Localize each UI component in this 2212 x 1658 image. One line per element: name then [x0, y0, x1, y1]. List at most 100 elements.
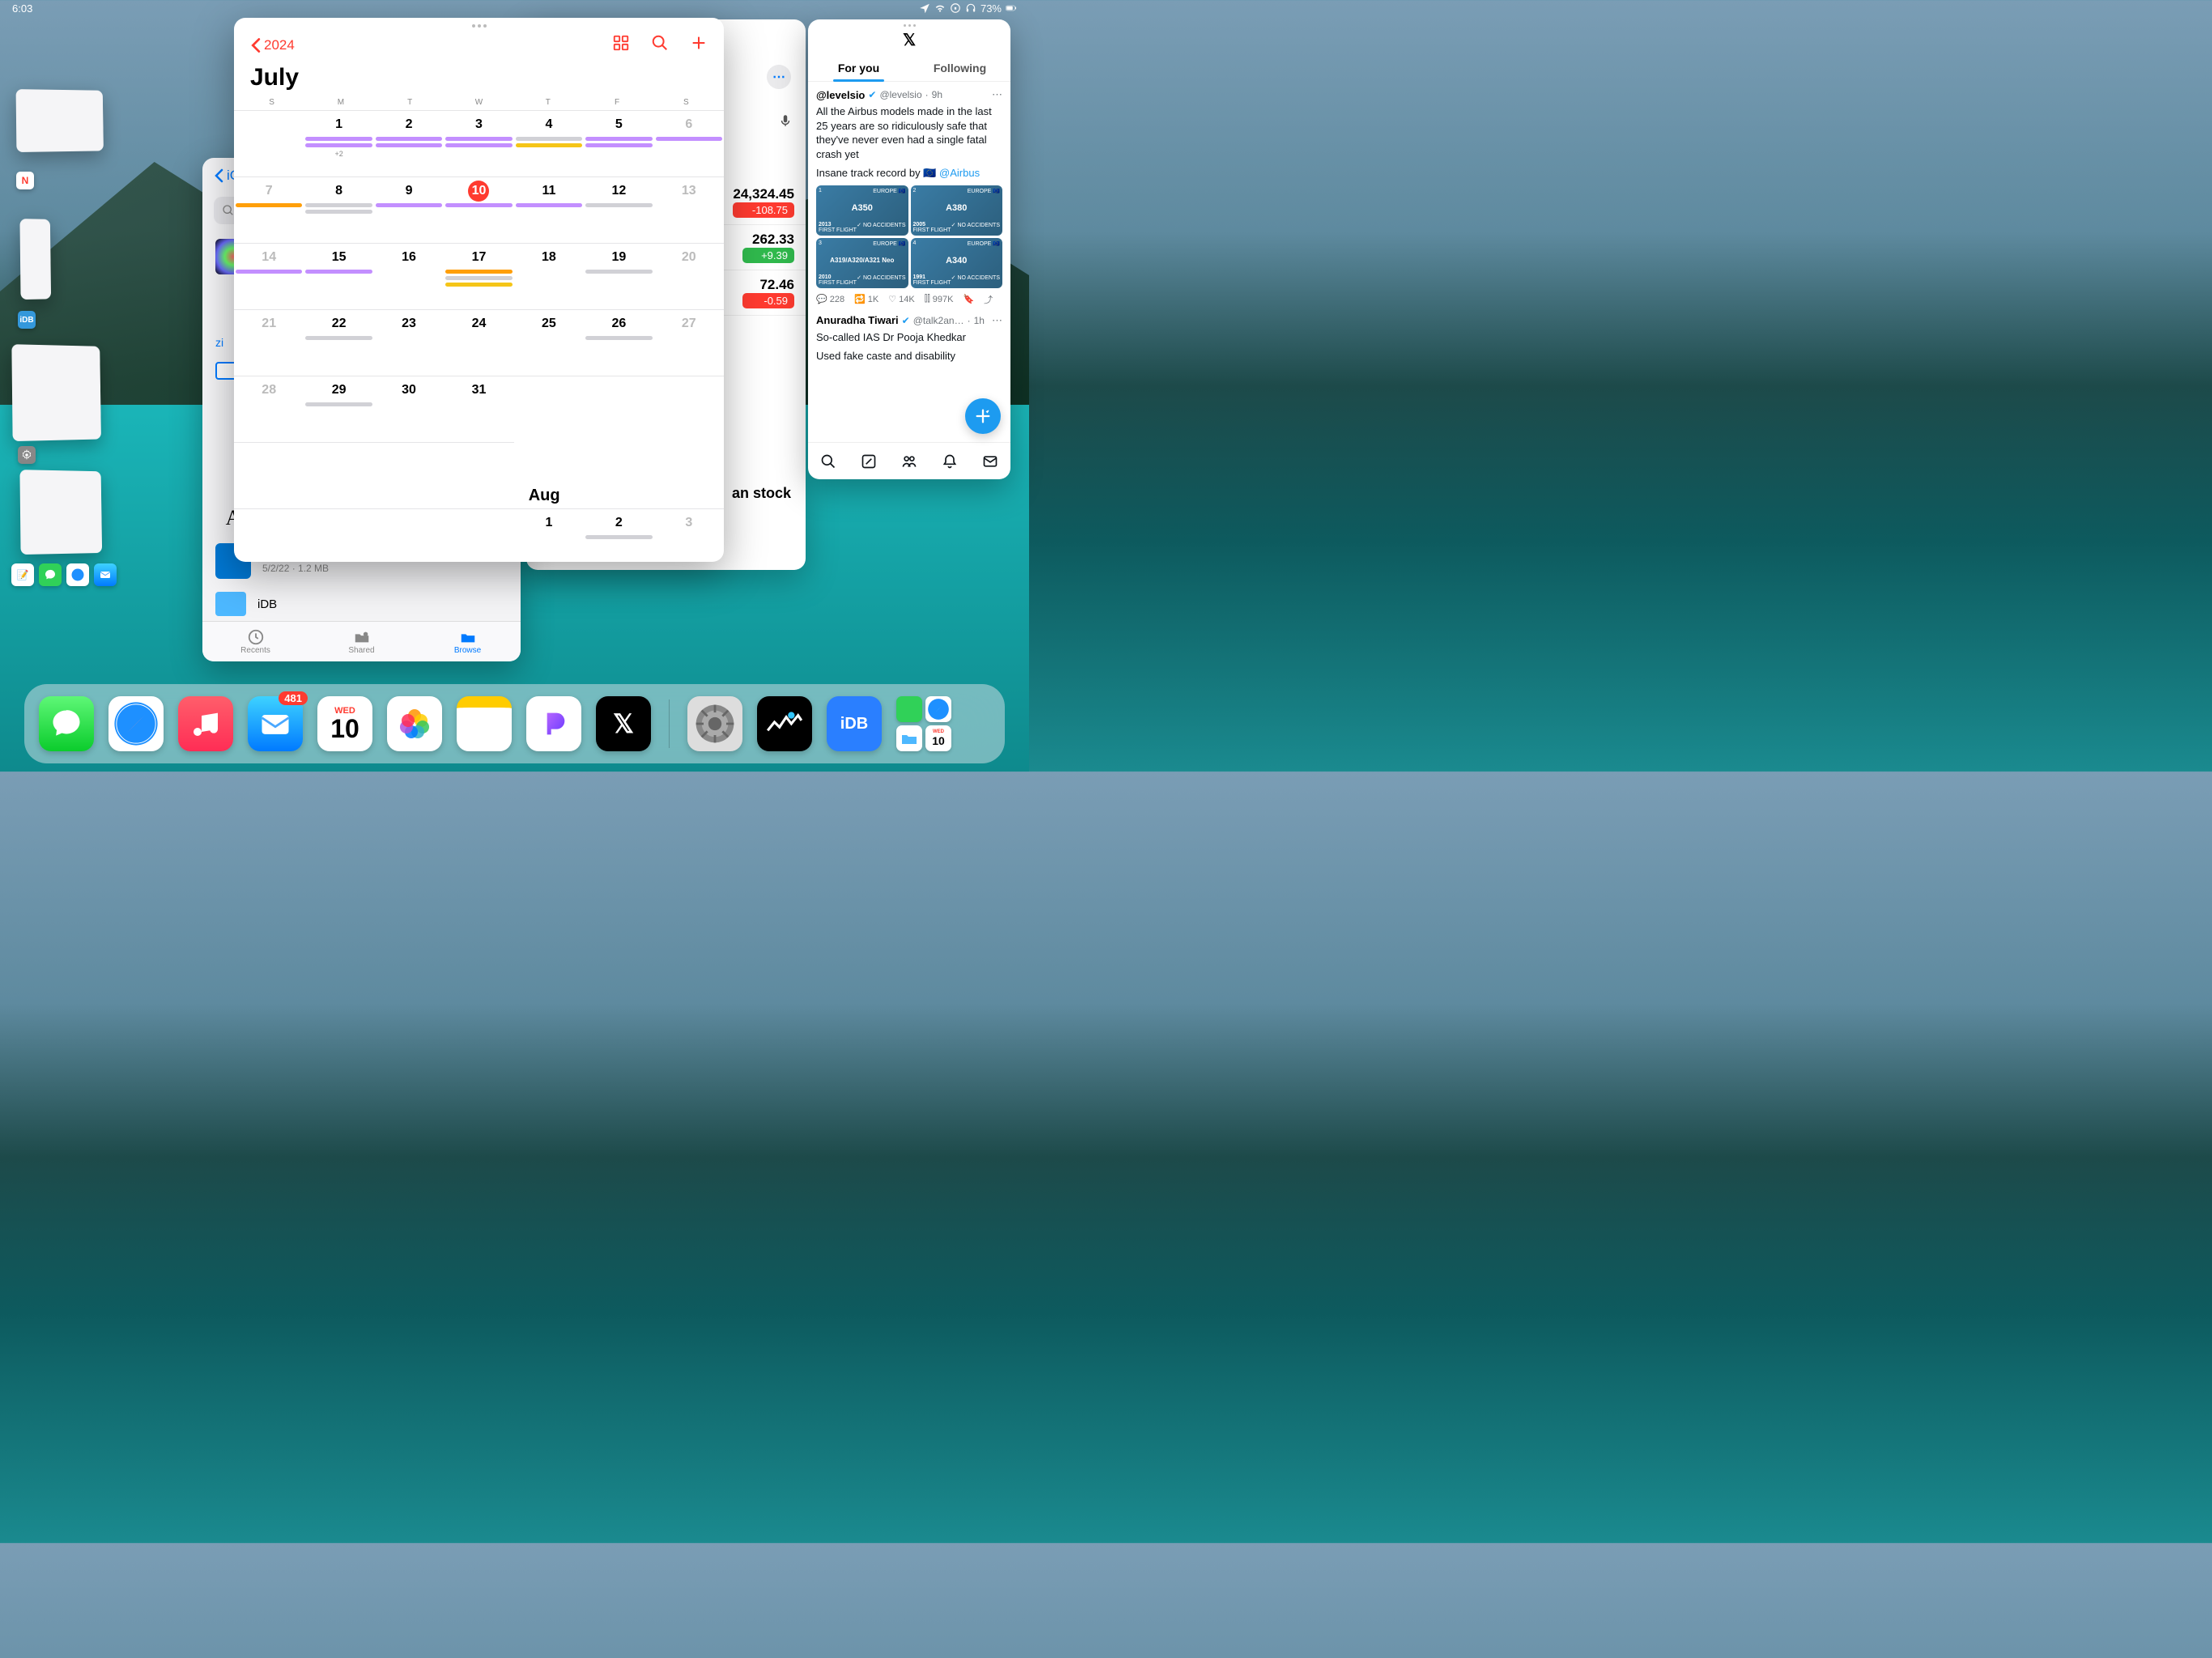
x-logo[interactable]: 𝕏: [808, 28, 1010, 55]
nav-search[interactable]: [808, 443, 849, 479]
post-author[interactable]: Anuradha Tiwari: [816, 314, 899, 326]
post-image-grid[interactable]: 1EUROPE 🇪🇺 A350 2013FIRST FLIGHT✓ NO ACC…: [816, 185, 1002, 288]
search-button[interactable]: [651, 34, 669, 56]
cal-cell[interactable]: 16: [374, 244, 444, 310]
cal-cell[interactable]: 20: [654, 244, 724, 310]
idb-app-icon-small[interactable]: iDB: [18, 311, 36, 329]
cal-cell[interactable]: 1+2: [304, 111, 373, 177]
cal-cell[interactable]: 1: [514, 509, 584, 562]
share-icon[interactable]: ⤴: [984, 293, 993, 306]
calendar-window[interactable]: 2024 July S M T W T F S 1+2 2 3 4 5 6: [234, 18, 724, 562]
window-grabber[interactable]: [808, 19, 1010, 28]
cal-cell[interactable]: 9: [374, 177, 444, 244]
stage-manager-window-4[interactable]: [19, 470, 102, 555]
reply-count[interactable]: 💬 228: [816, 294, 844, 304]
cal-cell[interactable]: 19: [584, 244, 653, 310]
view-switch-button[interactable]: [612, 34, 630, 56]
post-image-2[interactable]: 2EUROPE 🇪🇺 A380 2005FIRST FLIGHT✓ NO ACC…: [911, 185, 1003, 236]
dock-mail[interactable]: 481: [248, 696, 303, 751]
post-more-icon[interactable]: ⋯: [992, 88, 1002, 101]
stage-manager-window-3[interactable]: [11, 344, 101, 441]
cal-cell[interactable]: 26: [584, 310, 653, 376]
x-post-1[interactable]: @levelsio ✔ @levelsio · 9h ⋯ All the Air…: [816, 88, 1002, 306]
cal-cell[interactable]: 3: [654, 509, 724, 562]
dock-recent-stack[interactable]: WED 10: [896, 696, 951, 751]
cal-cell[interactable]: 15: [304, 244, 373, 310]
cal-cell[interactable]: 22: [304, 310, 373, 376]
notes-mini-icon[interactable]: 📝: [11, 563, 34, 586]
dock-safari[interactable]: [108, 696, 164, 751]
cal-cell[interactable]: [514, 376, 584, 443]
post-image-1[interactable]: 1EUROPE 🇪🇺 A350 2013FIRST FLIGHT✓ NO ACC…: [816, 185, 908, 236]
cal-cell[interactable]: 18: [514, 244, 584, 310]
messages-mini-icon[interactable]: [39, 563, 62, 586]
view-count[interactable]: ⫿⫿ 997K: [925, 294, 954, 304]
cal-cell[interactable]: 28: [234, 376, 304, 443]
stocks-more-button[interactable]: ⋯: [767, 65, 791, 89]
dock-messages[interactable]: [39, 696, 94, 751]
retweet-count[interactable]: 🔁 1K: [854, 294, 878, 304]
dock-photos[interactable]: [387, 696, 442, 751]
airbus-link[interactable]: @Airbus: [939, 167, 980, 179]
window-grabber[interactable]: [234, 18, 724, 29]
post-more-icon[interactable]: ⋯: [992, 314, 1002, 327]
add-event-button[interactable]: [690, 34, 708, 56]
cal-cell[interactable]: 23: [374, 310, 444, 376]
like-count[interactable]: ♡ 14K: [888, 294, 914, 304]
tab-browse[interactable]: Browse: [415, 622, 521, 661]
cal-cell[interactable]: 25: [514, 310, 584, 376]
bookmark-icon[interactable]: 🔖: [963, 294, 974, 304]
cal-cell[interactable]: [584, 376, 653, 443]
dock-notes[interactable]: [457, 696, 512, 751]
cal-cell[interactable]: 2: [584, 509, 653, 562]
cal-cell[interactable]: [234, 509, 304, 562]
cal-cell[interactable]: 21: [234, 310, 304, 376]
calendar-back-button[interactable]: 2024: [250, 37, 295, 53]
news-app-icon[interactable]: N: [16, 172, 34, 189]
cal-cell[interactable]: 31: [444, 376, 513, 443]
stage-manager-window-1[interactable]: [16, 89, 104, 152]
dock-x[interactable]: 𝕏: [596, 696, 651, 751]
cal-cell[interactable]: [654, 376, 724, 443]
mail-mini-icon[interactable]: [94, 563, 117, 586]
post-image-4[interactable]: 4EUROPE 🇪🇺 A340 1991FIRST FLIGHT✓ NO ACC…: [911, 238, 1003, 288]
cal-cell[interactable]: 24: [444, 310, 513, 376]
post-image-3[interactable]: 3EUROPE 🇪🇺 A319/A320/A321 Neo 2010FIRST …: [816, 238, 908, 288]
tab-recents[interactable]: Recents: [202, 622, 308, 661]
cal-cell[interactable]: 2: [374, 111, 444, 177]
dock-idb[interactable]: iDB: [827, 696, 882, 751]
cal-cell[interactable]: 12: [584, 177, 653, 244]
dock-pandora[interactable]: [526, 696, 581, 751]
twitter-window[interactable]: 𝕏 For you Following @levelsio ✔ @levelsi…: [808, 19, 1010, 479]
cal-cell[interactable]: [304, 509, 373, 562]
nav-grok[interactable]: [849, 443, 889, 479]
dock-calendar[interactable]: WED 10: [317, 696, 372, 751]
cal-cell[interactable]: [374, 509, 444, 562]
mic-icon[interactable]: [778, 113, 793, 132]
cal-cell[interactable]: 5: [584, 111, 653, 177]
cal-cell[interactable]: 6: [654, 111, 724, 177]
cal-cell[interactable]: 13: [654, 177, 724, 244]
files-item-idb[interactable]: iDB: [215, 585, 508, 623]
cal-cell[interactable]: [234, 111, 304, 177]
cal-cell[interactable]: 17: [444, 244, 513, 310]
compose-button[interactable]: [965, 398, 1001, 434]
tab-for-you[interactable]: For you: [808, 55, 909, 81]
cal-cell[interactable]: 27: [654, 310, 724, 376]
cal-cell[interactable]: 4: [514, 111, 584, 177]
cal-cell[interactable]: [444, 509, 513, 562]
tab-following[interactable]: Following: [909, 55, 1010, 81]
dock-settings[interactable]: [687, 696, 742, 751]
cal-cell[interactable]: 30: [374, 376, 444, 443]
tab-shared[interactable]: Shared: [308, 622, 415, 661]
cal-cell[interactable]: 7: [234, 177, 304, 244]
dock-music[interactable]: [178, 696, 233, 751]
nav-notifications[interactable]: [929, 443, 970, 479]
x-post-2[interactable]: Anuradha Tiwari ✔ @talk2an… · 1h ⋯ So-ca…: [816, 314, 1002, 363]
cal-cell[interactable]: 8: [304, 177, 373, 244]
dock-stocks[interactable]: [757, 696, 812, 751]
settings-app-icon-small[interactable]: [18, 446, 36, 464]
cal-cell[interactable]: 14: [234, 244, 304, 310]
nav-messages[interactable]: [970, 443, 1010, 479]
cal-cell-today[interactable]: 10: [444, 177, 513, 244]
